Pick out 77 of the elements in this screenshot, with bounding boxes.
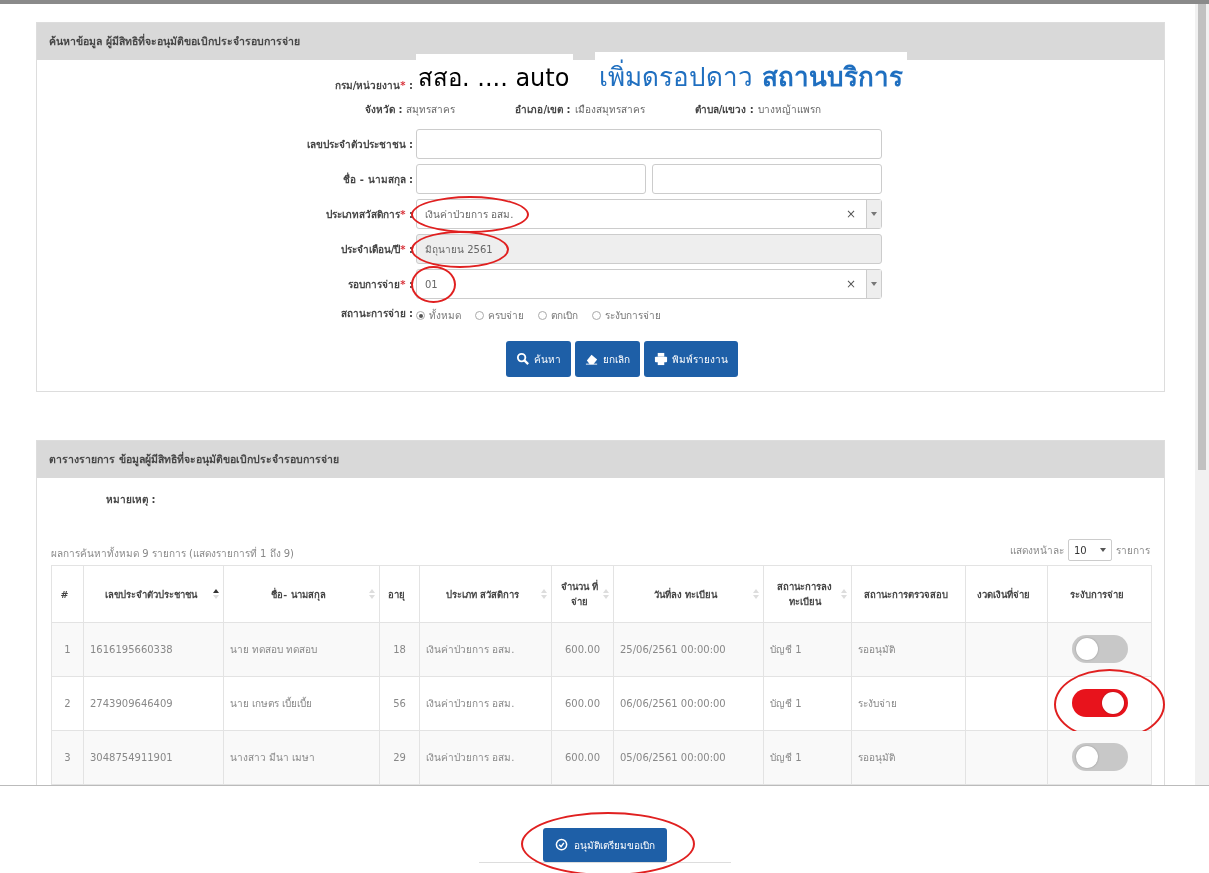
column-header[interactable]: สถานะการลง ทะเบียน <box>763 565 852 623</box>
table-cell: รออนุมัติ <box>851 730 966 785</box>
print-button[interactable]: พิมพ์รายงาน <box>644 341 738 377</box>
radio-option[interactable]: ตกเบิก <box>538 308 578 323</box>
field-label: กรม/หน่วยงาน* : <box>333 79 413 93</box>
toggle-switch[interactable] <box>1071 688 1128 717</box>
input-field[interactable] <box>416 129 882 159</box>
radio-option[interactable]: ครบจ่าย <box>475 308 524 323</box>
table-cell: 3048754911901 <box>83 730 224 785</box>
field-label: ชื่อ - นามสกุล : <box>342 171 413 187</box>
check-circle-icon <box>554 838 569 852</box>
table-cell: เงินค่าป่วยการ อสม. <box>419 676 552 731</box>
printer-icon <box>654 352 668 366</box>
search-icon <box>516 352 530 366</box>
panel-title: ตารางรายการ ข้อมูลผู้มีสิทธิที่จะอนุมัติขอเบิกประจำรอบการจ่าย <box>49 451 339 468</box>
table-cell: 56 <box>379 676 420 731</box>
field-label: เลขประจำตัวประชาชน : <box>305 137 413 152</box>
page-size-select[interactable]: 10 <box>1068 539 1112 561</box>
page-size-label: แสดงหน้าละ <box>1010 543 1064 558</box>
search-button[interactable]: ค้นหา <box>506 341 571 377</box>
table-cell: บัญชี 1 <box>763 622 852 677</box>
table-cell: นาย ทดสอบ ทดสอบ <box>223 622 380 677</box>
field-label: รอบการจ่าย* : <box>347 277 413 292</box>
approve-button[interactable]: อนุมัติเตรียมขอเบิก <box>542 828 667 862</box>
column-header: งวดเงินที่จ่าย <box>965 565 1048 623</box>
table-cell: เงินค่าป่วยการ อสม. <box>419 730 552 785</box>
table-cell: นางสาว มีนา เมษา <box>223 730 380 785</box>
column-header[interactable]: จำนวน ที่จ่าย <box>551 565 614 623</box>
field-value: สมุทรสาคร <box>406 103 456 117</box>
note-label: หมายเหตุ : <box>106 493 156 507</box>
table-cell: 29 <box>379 730 420 785</box>
field-label: ประจำเดือน/ปี* : <box>339 242 413 257</box>
table-cell: 25/06/2561 00:00:00 <box>613 622 764 677</box>
column-header[interactable]: ประเภท สวัสดิการ <box>419 565 552 623</box>
table-cell: นาย เกษตร เบี้ยเบี้ย <box>223 676 380 731</box>
table-cell: 18 <box>379 622 420 677</box>
field-label: สถานะการจ่าย : <box>339 307 413 321</box>
table-cell: 1 <box>51 622 84 677</box>
radio-option[interactable]: ระงับการจ่าย <box>592 308 661 323</box>
table-cell: 2 <box>51 676 84 731</box>
field-value: เมืองสมุทรสาคร <box>574 103 645 117</box>
column-header: สถานะการตรวจสอบ <box>851 565 966 623</box>
column-header: อายุ <box>379 565 420 623</box>
column-header[interactable]: เลขประจำตัวประชาชน <box>83 565 224 623</box>
column-header[interactable]: ชื่อ- นามสกุล <box>223 565 380 623</box>
table-cell: บัญชี 1 <box>763 730 852 785</box>
field-label: ประเภทสวัสดิการ* : <box>325 207 413 222</box>
input-field[interactable] <box>416 164 646 194</box>
table-cell: 600.00 <box>551 730 614 785</box>
panel-title: ค้นหาข้อมูล ผู้มีสิทธิที่จะอนุมัติขอเบิกประจำรอบการจ่าย <box>49 33 300 50</box>
field-label: อำเภอ/เขต : <box>515 103 571 117</box>
column-header: ระงับการจ่าย <box>1047 565 1152 623</box>
table-cell: 05/06/2561 00:00:00 <box>613 730 764 785</box>
radio-option[interactable]: ทั้งหมด <box>416 308 461 323</box>
result-summary: ผลการค้นหาทั้งหมด 9 รายการ (แสดงรายการที่ 1 ถึง 9) <box>51 546 294 561</box>
input-field[interactable] <box>652 164 882 194</box>
eraser-icon <box>585 352 599 366</box>
column-header[interactable]: วันที่ลง ทะเบียน <box>613 565 764 623</box>
toggle-switch[interactable] <box>1071 742 1128 771</box>
table-cell: 600.00 <box>551 622 614 677</box>
field-label: จังหวัด : <box>365 103 403 117</box>
column-header: # <box>51 565 84 623</box>
table-cell: 600.00 <box>551 676 614 731</box>
table-cell: 3 <box>51 730 84 785</box>
toggle-switch[interactable] <box>1071 634 1128 663</box>
table-cell: 1616195660338 <box>83 622 224 677</box>
scrollbar-thumb[interactable] <box>1198 4 1206 470</box>
field-label: ตำบล/แขวง : <box>694 103 754 117</box>
table-cell: เงินค่าป่วยการ อสม. <box>419 622 552 677</box>
table-cell: รออนุมัติ <box>851 622 966 677</box>
field-value: บางหญ้าแพรก <box>757 103 821 117</box>
page-size-label: รายการ <box>1116 543 1150 558</box>
table-cell: 2743909646409 <box>83 676 224 731</box>
table-cell: ระงับจ่าย <box>851 676 966 731</box>
cancel-button[interactable]: ยกเลิก <box>575 341 640 377</box>
table-cell: 06/06/2561 00:00:00 <box>613 676 764 731</box>
table-cell: บัญชี 1 <box>763 676 852 731</box>
